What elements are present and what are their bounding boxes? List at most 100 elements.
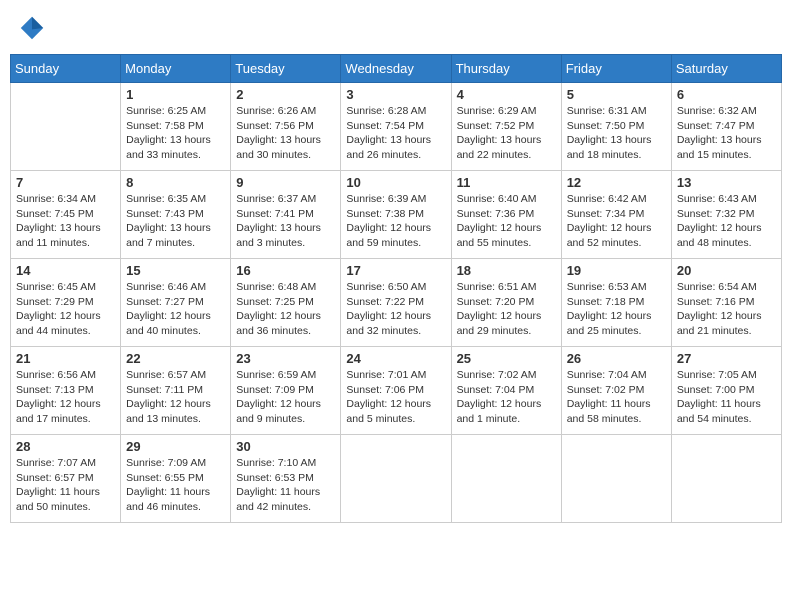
day-info: Sunrise: 6:51 AM Sunset: 7:20 PM Dayligh…	[457, 280, 556, 339]
week-row-1: 1 Sunrise: 6:25 AM Sunset: 7:58 PM Daylig…	[11, 83, 782, 171]
day-cell: 30Sunrise: 7:10 AM Sunset: 6:53 PM Dayli…	[231, 435, 341, 523]
day-cell: 10 Sunrise: 6:39 AM Sunset: 7:38 PM Dayli…	[341, 171, 451, 259]
day-number: 23	[236, 351, 335, 366]
day-number: 18	[457, 263, 556, 278]
day-number: 20	[677, 263, 776, 278]
day-cell: 26 Sunrise: 7:04 AM Sunset: 7:02 PM Dayli…	[561, 347, 671, 435]
weekday-header-tuesday: Tuesday	[231, 55, 341, 83]
day-info: Sunrise: 6:29 AM Sunset: 7:52 PM Dayligh…	[457, 104, 556, 163]
day-cell: 11 Sunrise: 6:40 AM Sunset: 7:36 PM Dayli…	[451, 171, 561, 259]
logo-icon	[18, 14, 46, 42]
day-cell: 28Sunrise: 7:07 AM Sunset: 6:57 PM Dayli…	[11, 435, 121, 523]
day-cell: 19 Sunrise: 6:53 AM Sunset: 7:18 PM Dayli…	[561, 259, 671, 347]
day-info: Sunrise: 6:45 AM Sunset: 7:29 PM Dayligh…	[16, 280, 115, 339]
day-number: 22	[126, 351, 225, 366]
day-info: Sunrise: 6:53 AM Sunset: 7:18 PM Dayligh…	[567, 280, 666, 339]
day-number: 3	[346, 87, 445, 102]
day-cell: 15 Sunrise: 6:46 AM Sunset: 7:27 PM Dayli…	[121, 259, 231, 347]
day-cell	[671, 435, 781, 523]
day-info: Sunrise: 6:26 AM Sunset: 7:56 PM Dayligh…	[236, 104, 335, 163]
day-cell: 25 Sunrise: 7:02 AM Sunset: 7:04 PM Dayli…	[451, 347, 561, 435]
day-number: 16	[236, 263, 335, 278]
week-row-2: 7 Sunrise: 6:34 AM Sunset: 7:45 PM Daylig…	[11, 171, 782, 259]
day-info: Sunrise: 7:02 AM Sunset: 7:04 PM Dayligh…	[457, 368, 556, 427]
day-cell	[11, 83, 121, 171]
day-info: Sunrise: 7:01 AM Sunset: 7:06 PM Dayligh…	[346, 368, 445, 427]
day-cell: 7 Sunrise: 6:34 AM Sunset: 7:45 PM Daylig…	[11, 171, 121, 259]
weekday-header-wednesday: Wednesday	[341, 55, 451, 83]
day-number: 13	[677, 175, 776, 190]
day-cell: 6 Sunrise: 6:32 AM Sunset: 7:47 PM Daylig…	[671, 83, 781, 171]
day-number: 12	[567, 175, 666, 190]
day-number: 25	[457, 351, 556, 366]
day-number: 17	[346, 263, 445, 278]
day-info: Sunrise: 7:09 AM Sunset: 6:55 PM Dayligh…	[126, 456, 225, 515]
day-number: 10	[346, 175, 445, 190]
day-cell: 22Sunrise: 6:57 AM Sunset: 7:11 PM Dayli…	[121, 347, 231, 435]
day-cell: 2 Sunrise: 6:26 AM Sunset: 7:56 PM Daylig…	[231, 83, 341, 171]
weekday-header-monday: Monday	[121, 55, 231, 83]
day-cell: 24 Sunrise: 7:01 AM Sunset: 7:06 PM Dayli…	[341, 347, 451, 435]
day-number: 7	[16, 175, 115, 190]
day-number: 28	[16, 439, 115, 454]
day-info: Sunrise: 6:40 AM Sunset: 7:36 PM Dayligh…	[457, 192, 556, 251]
day-number: 27	[677, 351, 776, 366]
day-number: 6	[677, 87, 776, 102]
day-number: 1	[126, 87, 225, 102]
week-row-5: 28Sunrise: 7:07 AM Sunset: 6:57 PM Dayli…	[11, 435, 782, 523]
day-cell: 18 Sunrise: 6:51 AM Sunset: 7:20 PM Dayli…	[451, 259, 561, 347]
day-info: Sunrise: 6:59 AM Sunset: 7:09 PM Dayligh…	[236, 368, 335, 427]
day-number: 2	[236, 87, 335, 102]
day-cell: 12 Sunrise: 6:42 AM Sunset: 7:34 PM Dayli…	[561, 171, 671, 259]
day-cell	[341, 435, 451, 523]
page-header	[10, 10, 782, 46]
week-row-3: 14 Sunrise: 6:45 AM Sunset: 7:29 PM Dayli…	[11, 259, 782, 347]
day-info: Sunrise: 6:31 AM Sunset: 7:50 PM Dayligh…	[567, 104, 666, 163]
day-number: 11	[457, 175, 556, 190]
day-cell	[451, 435, 561, 523]
day-cell: 27 Sunrise: 7:05 AM Sunset: 7:00 PM Dayli…	[671, 347, 781, 435]
weekday-header-row: SundayMondayTuesdayWednesdayThursdayFrid…	[11, 55, 782, 83]
day-number: 19	[567, 263, 666, 278]
day-info: Sunrise: 6:43 AM Sunset: 7:32 PM Dayligh…	[677, 192, 776, 251]
day-number: 15	[126, 263, 225, 278]
day-cell: 20 Sunrise: 6:54 AM Sunset: 7:16 PM Dayli…	[671, 259, 781, 347]
day-info: Sunrise: 6:34 AM Sunset: 7:45 PM Dayligh…	[16, 192, 115, 251]
day-number: 9	[236, 175, 335, 190]
day-info: Sunrise: 6:28 AM Sunset: 7:54 PM Dayligh…	[346, 104, 445, 163]
day-info: Sunrise: 6:42 AM Sunset: 7:34 PM Dayligh…	[567, 192, 666, 251]
day-info: Sunrise: 6:25 AM Sunset: 7:58 PM Dayligh…	[126, 104, 225, 163]
day-info: Sunrise: 7:05 AM Sunset: 7:00 PM Dayligh…	[677, 368, 776, 427]
day-cell: 16Sunrise: 6:48 AM Sunset: 7:25 PM Dayli…	[231, 259, 341, 347]
day-info: Sunrise: 6:39 AM Sunset: 7:38 PM Dayligh…	[346, 192, 445, 251]
day-number: 24	[346, 351, 445, 366]
day-info: Sunrise: 6:46 AM Sunset: 7:27 PM Dayligh…	[126, 280, 225, 339]
day-number: 5	[567, 87, 666, 102]
day-cell: 5 Sunrise: 6:31 AM Sunset: 7:50 PM Daylig…	[561, 83, 671, 171]
day-cell: 23 Sunrise: 6:59 AM Sunset: 7:09 PM Dayli…	[231, 347, 341, 435]
day-number: 14	[16, 263, 115, 278]
day-cell: 29 Sunrise: 7:09 AM Sunset: 6:55 PM Dayli…	[121, 435, 231, 523]
day-number: 26	[567, 351, 666, 366]
day-info: Sunrise: 7:10 AM Sunset: 6:53 PM Dayligh…	[236, 456, 335, 515]
weekday-header-thursday: Thursday	[451, 55, 561, 83]
day-info: Sunrise: 6:56 AM Sunset: 7:13 PM Dayligh…	[16, 368, 115, 427]
day-number: 4	[457, 87, 556, 102]
day-cell: 1 Sunrise: 6:25 AM Sunset: 7:58 PM Daylig…	[121, 83, 231, 171]
day-number: 21	[16, 351, 115, 366]
day-info: Sunrise: 6:37 AM Sunset: 7:41 PM Dayligh…	[236, 192, 335, 251]
day-info: Sunrise: 7:04 AM Sunset: 7:02 PM Dayligh…	[567, 368, 666, 427]
weekday-header-friday: Friday	[561, 55, 671, 83]
day-cell: 14 Sunrise: 6:45 AM Sunset: 7:29 PM Dayli…	[11, 259, 121, 347]
weekday-header-sunday: Sunday	[11, 55, 121, 83]
day-info: Sunrise: 6:32 AM Sunset: 7:47 PM Dayligh…	[677, 104, 776, 163]
day-number: 29	[126, 439, 225, 454]
day-number: 8	[126, 175, 225, 190]
day-cell: 9 Sunrise: 6:37 AM Sunset: 7:41 PM Daylig…	[231, 171, 341, 259]
day-cell: 21 Sunrise: 6:56 AM Sunset: 7:13 PM Dayli…	[11, 347, 121, 435]
day-cell: 4 Sunrise: 6:29 AM Sunset: 7:52 PM Daylig…	[451, 83, 561, 171]
day-cell: 17Sunrise: 6:50 AM Sunset: 7:22 PM Dayli…	[341, 259, 451, 347]
day-info: Sunrise: 6:54 AM Sunset: 7:16 PM Dayligh…	[677, 280, 776, 339]
day-cell	[561, 435, 671, 523]
day-cell: 13 Sunrise: 6:43 AM Sunset: 7:32 PM Dayli…	[671, 171, 781, 259]
